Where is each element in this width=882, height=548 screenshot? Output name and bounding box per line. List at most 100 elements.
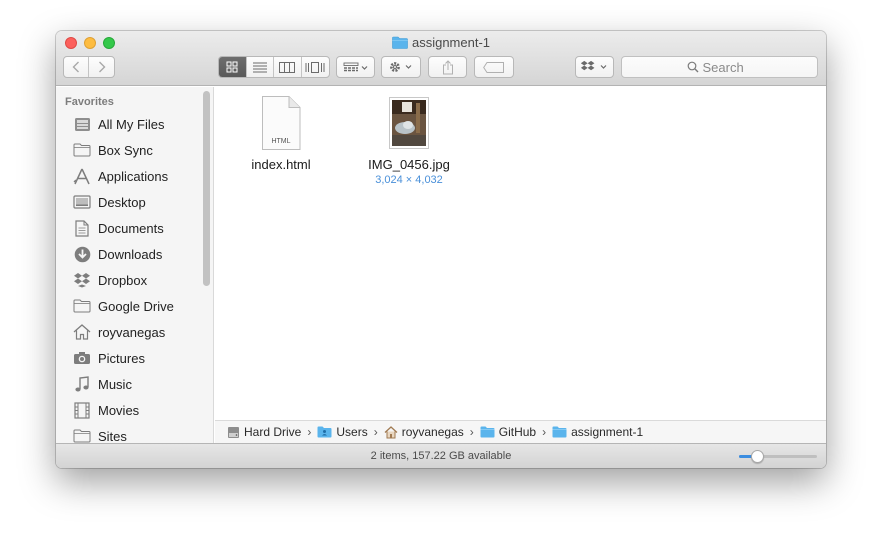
sidebar-scrollbar[interactable] <box>203 91 210 286</box>
path-item-users[interactable]: Users <box>317 425 368 439</box>
path-item-label: Users <box>336 425 368 439</box>
toolbar: assignment-1 <box>56 31 826 86</box>
search-input[interactable] <box>702 59 753 75</box>
grid-icon <box>226 61 238 73</box>
icon-size-slider[interactable] <box>739 450 817 463</box>
folder-icon <box>552 426 567 438</box>
sidebar-item-label: Pictures <box>98 350 145 366</box>
path-item-label: assignment-1 <box>571 425 644 439</box>
window-title: assignment-1 <box>56 35 826 52</box>
sidebar-item-label: Box Sync <box>98 142 153 158</box>
file-browser: HTML index.html IMG_0456.jpg 3,024 × 4,0… <box>215 87 826 420</box>
sidebar-heading: Favorites <box>65 96 114 108</box>
finder-window: assignment-1 Search Favorites All My Fil… <box>56 31 826 468</box>
columns-icon <box>279 61 296 73</box>
view-mode-control <box>218 56 330 78</box>
sidebar-item-pictures[interactable]: Pictures <box>72 347 145 369</box>
image-dimensions: 3,024 × 4,032 <box>375 174 443 186</box>
sidebar-item-box-sync[interactable]: Box Sync <box>72 139 153 161</box>
share-button[interactable] <box>428 56 467 78</box>
arrange-icon <box>343 62 367 71</box>
share-icon <box>442 59 453 74</box>
path-item-github[interactable]: GitHub <box>480 425 536 439</box>
chevron-right-icon <box>98 61 105 73</box>
list-icon <box>252 62 267 72</box>
path-separator-icon: › <box>307 425 312 439</box>
file-item-img-0456[interactable]: IMG_0456.jpg 3,024 × 4,032 <box>355 95 463 186</box>
path-item-royvanegas[interactable]: royvanegas <box>384 425 464 439</box>
downloads-icon <box>72 245 92 263</box>
sidebar-item-desktop[interactable]: Desktop <box>72 191 146 213</box>
sidebar-item-label: Applications <box>98 168 169 184</box>
desktop-icon <box>72 193 92 211</box>
sidebar-item-downloads[interactable]: Downloads <box>72 243 162 265</box>
sidebar-item-google-drive[interactable]: Google Drive <box>72 295 174 317</box>
sidebar-item-applications[interactable]: Applications <box>72 165 168 187</box>
sidebar-item-music[interactable]: Music <box>72 373 132 395</box>
sidebar-item-label: royvanegas <box>98 324 166 340</box>
status-bar: 2 items, 157.22 GB available <box>56 443 826 468</box>
path-item-hard-drive[interactable]: Hard Drive <box>227 425 301 439</box>
sidebar-item-movies[interactable]: Movies <box>72 399 139 421</box>
forward-button[interactable] <box>89 57 114 77</box>
sidebar-item-label: Dropbox <box>98 272 148 288</box>
sidebar-item-label: Downloads <box>98 246 163 262</box>
path-item-label: GitHub <box>498 425 537 439</box>
search-icon <box>687 61 698 73</box>
column-view-button[interactable] <box>274 57 302 77</box>
image-thumbnail <box>388 95 430 151</box>
path-separator-icon: › <box>469 425 474 439</box>
dropbox-button[interactable] <box>575 56 614 78</box>
path-item-label: royvanegas <box>401 425 464 439</box>
navigation-group <box>63 56 115 78</box>
sidebar-item-label: Documents <box>98 220 164 236</box>
sidebar-item-label: Movies <box>98 402 140 418</box>
path-item-assignment-1[interactable]: assignment-1 <box>552 425 643 439</box>
folder-icon <box>72 141 92 159</box>
cover-flow-button[interactable] <box>302 57 329 77</box>
sidebar-item-label: Desktop <box>98 194 146 210</box>
sidebar: Favorites All My Files Box Sync Applicat… <box>56 87 214 444</box>
tag-icon <box>483 61 504 73</box>
back-button[interactable] <box>64 57 90 77</box>
path-separator-icon: › <box>373 425 378 439</box>
path-separator-icon: › <box>542 425 547 439</box>
status-text: 2 items, 157.22 GB available <box>370 450 512 462</box>
dropbox-icon <box>580 60 606 71</box>
camera-icon <box>72 349 92 367</box>
html-file-icon: HTML <box>260 95 302 151</box>
folder-icon <box>480 426 495 438</box>
sidebar-item-label: All My Files <box>98 116 165 132</box>
action-button[interactable] <box>381 56 421 78</box>
sidebar-item-documents[interactable]: Documents <box>72 217 164 239</box>
path-bar: Hard Drive › Users › royvanegas › GitHub… <box>215 420 826 443</box>
cover-flow-icon <box>305 61 325 73</box>
home-icon <box>72 323 92 341</box>
folder-icon <box>72 297 92 315</box>
file-item-index-html[interactable]: HTML index.html <box>235 95 327 172</box>
home-icon <box>384 425 398 439</box>
slider-knob[interactable] <box>750 450 764 463</box>
sidebar-item-label: Google Drive <box>98 298 174 314</box>
hard-drive-icon <box>227 426 240 439</box>
tags-button[interactable] <box>474 56 514 78</box>
sidebar-item-all-my-files[interactable]: All My Files <box>72 113 164 135</box>
file-name: index.html <box>251 157 311 172</box>
music-icon <box>72 375 92 393</box>
dropbox-icon <box>72 271 92 289</box>
movies-icon <box>72 401 92 419</box>
sidebar-item-label: Music <box>98 376 132 392</box>
applications-icon <box>72 167 92 185</box>
icon-view-button[interactable] <box>219 57 247 77</box>
users-folder-icon <box>317 426 332 438</box>
arrange-button[interactable] <box>336 56 375 78</box>
chevron-left-icon <box>72 61 79 73</box>
sidebar-item-royvanegas[interactable]: royvanegas <box>72 321 165 343</box>
gear-icon <box>390 62 412 72</box>
folder-icon <box>392 36 408 52</box>
sidebar-item-label: Sites <box>98 428 127 444</box>
list-view-button[interactable] <box>247 57 274 77</box>
all-files-icon <box>72 115 92 133</box>
sidebar-item-dropbox[interactable]: Dropbox <box>72 269 147 291</box>
search-field[interactable] <box>621 56 818 78</box>
